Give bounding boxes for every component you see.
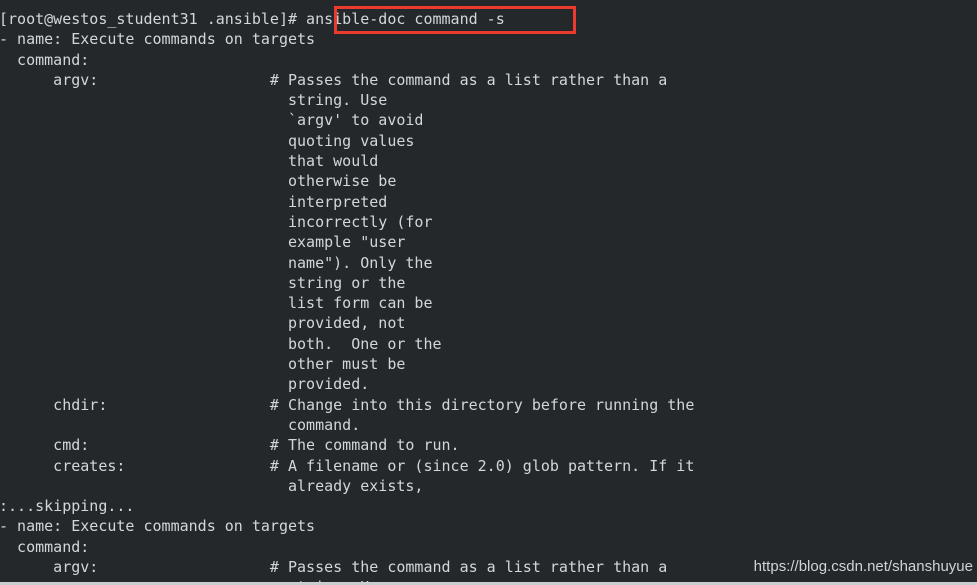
terminal-line: chdir: # Change into this directory befo… bbox=[0, 395, 977, 415]
pager-status-line: :...skipping... bbox=[0, 496, 977, 516]
terminal-line-text: - name: Execute commands on targets bbox=[0, 30, 316, 49]
terminal-line-text: command. bbox=[0, 415, 361, 434]
terminal-line-text: command: bbox=[0, 50, 90, 69]
terminal-line: - name: Execute commands on targets bbox=[0, 516, 977, 536]
terminal-line: quoting values bbox=[0, 131, 977, 151]
terminal-line-text: [root@westos_student31 .ansible]# ansibl… bbox=[0, 10, 505, 28]
pager-status-text: :...skipping... bbox=[0, 497, 135, 516]
terminal-line-text: argv: # Passes the command as a list rat… bbox=[0, 70, 668, 89]
terminal-line: incorrectly (for bbox=[0, 212, 977, 232]
terminal-line-text: string or the bbox=[0, 273, 406, 292]
terminal-line: provided, not bbox=[0, 313, 977, 333]
terminal-line: `argv' to avoid bbox=[0, 110, 977, 130]
watermark-url: https://blog.csdn.net/shanshuyue bbox=[753, 557, 973, 575]
terminal-line: that would bbox=[0, 151, 977, 171]
terminal-line: list form can be bbox=[0, 293, 977, 313]
terminal-line: creates: # A filename or (since 2.0) glo… bbox=[0, 456, 977, 476]
terminal-line: cmd: # The command to run. bbox=[0, 435, 977, 455]
terminal-line-text: `argv' to avoid bbox=[0, 111, 424, 130]
terminal-line-text: that would bbox=[0, 152, 379, 171]
terminal-line: other must be bbox=[0, 354, 977, 374]
terminal-line-text: otherwise be bbox=[0, 172, 397, 191]
terminal-line: interpreted bbox=[0, 192, 977, 212]
terminal-line-text: creates: # A filename or (since 2.0) glo… bbox=[0, 456, 695, 475]
terminal-line: provided. bbox=[0, 374, 977, 394]
terminal-line: both. One or the bbox=[0, 334, 977, 354]
terminal-line: argv: # Passes the command as a list rat… bbox=[0, 70, 977, 90]
terminal-line: command: bbox=[0, 537, 977, 557]
terminal-line-text: interpreted bbox=[0, 192, 388, 211]
terminal-line: command: bbox=[0, 50, 977, 70]
terminal-line: [root@westos_student31 .ansible]# ansibl… bbox=[0, 9, 977, 29]
terminal-line-text: incorrectly (for bbox=[0, 212, 433, 231]
terminal-line-text: argv: # Passes the command as a list rat… bbox=[0, 558, 668, 577]
terminal-line-text: provided. bbox=[0, 375, 370, 394]
terminal-line-text: chdir: # Change into this directory befo… bbox=[0, 395, 695, 414]
terminal-line-text: command: bbox=[0, 537, 90, 556]
terminal-line: otherwise be bbox=[0, 171, 977, 191]
terminal-line: string or the bbox=[0, 273, 977, 293]
terminal-line-text: already exists, bbox=[0, 476, 424, 495]
terminal-screen[interactable]: [root@westos_student31 .ansible]# ansibl… bbox=[0, 9, 977, 585]
terminal-line-text: other must be bbox=[0, 355, 406, 374]
terminal-line-text: provided, not bbox=[0, 314, 406, 333]
terminal-line-text: quoting values bbox=[0, 131, 415, 150]
terminal-line-text: example "user bbox=[0, 233, 406, 252]
terminal-line: command. bbox=[0, 415, 977, 435]
terminal-line-text: cmd: # The command to run. bbox=[0, 436, 460, 455]
terminal-line: already exists, bbox=[0, 476, 977, 496]
terminal-line-text: - name: Execute commands on targets bbox=[0, 517, 316, 536]
terminal-line: example "user bbox=[0, 232, 977, 252]
terminal-line-text: name"). Only the bbox=[0, 253, 433, 272]
terminal-line-text: list form can be bbox=[0, 294, 433, 313]
terminal-line: string. Use bbox=[0, 90, 977, 110]
terminal-line: name"). Only the bbox=[0, 253, 977, 273]
terminal-line: - name: Execute commands on targets bbox=[0, 29, 977, 49]
terminal-line-text: both. One or the bbox=[0, 334, 442, 353]
terminal-line-text: string. Use bbox=[0, 91, 388, 110]
terminal-window[interactable]: [root@westos_student31 .ansible]# ansibl… bbox=[0, 0, 977, 585]
